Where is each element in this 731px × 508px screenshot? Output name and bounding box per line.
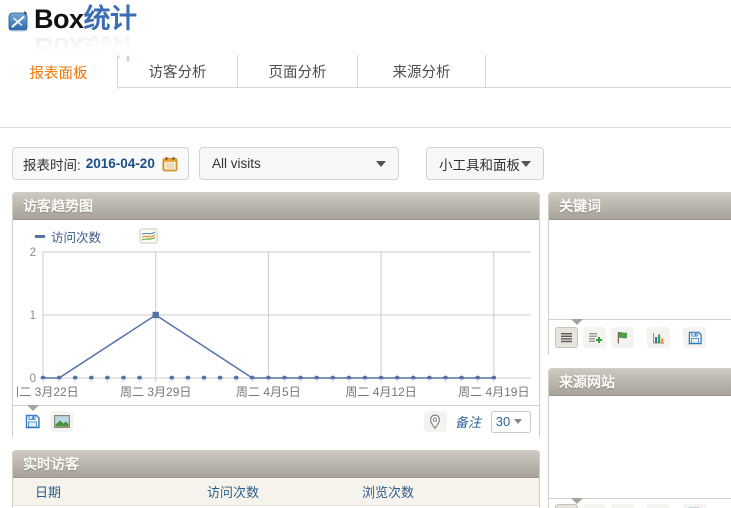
annotations-link[interactable]: 备注	[455, 412, 481, 431]
svg-text:0: 0	[30, 373, 36, 385]
widget-referrers-header[interactable]: 来源网站	[549, 369, 731, 396]
export-data-icon[interactable]	[683, 327, 706, 348]
caret-down-icon	[376, 161, 386, 167]
svg-text:1: 1	[30, 310, 36, 322]
table-more-columns-icon[interactable]	[583, 504, 606, 508]
column-header-date[interactable]: 日期	[13, 482, 207, 501]
keywords-footer	[549, 319, 731, 355]
table-view-icon[interactable]	[555, 327, 578, 348]
tab-report-dashboard[interactable]: 报表面板	[0, 55, 118, 89]
svg-text:2: 2	[30, 247, 36, 259]
realtime-table-header: 日期 访问次数 浏览次数	[13, 478, 539, 506]
widgets-menu-label: 小工具和面板	[439, 154, 520, 174]
widget-keywords: 关键词	[548, 192, 731, 355]
column-header-visits[interactable]: 访问次数	[207, 482, 362, 501]
widget-visitor-trend-header[interactable]: 访客趋势图	[13, 193, 539, 220]
table-more-columns-icon[interactable]	[583, 327, 606, 348]
caret-down-icon	[521, 161, 531, 167]
calendar-icon	[162, 156, 178, 172]
widget-title: 来源网站	[559, 372, 615, 392]
table-view-icon[interactable]	[555, 504, 578, 508]
widget-realtime-visitors: 实时访客 日期 访问次数 浏览次数	[12, 450, 540, 508]
view-selector-triangle-icon	[571, 498, 583, 504]
header-divider	[0, 127, 731, 128]
goals-flag-icon[interactable]	[611, 504, 634, 508]
report-toolbar: 报表时间: 2016-04-20 All visits 小工具和面板	[12, 147, 544, 180]
segment-value: All visits	[212, 156, 261, 171]
bar-chart-view-icon[interactable]	[647, 327, 670, 348]
widget-referrer-websites: 来源网站	[548, 368, 731, 508]
point-count-value: 30	[496, 414, 510, 429]
goals-flag-icon[interactable]	[611, 327, 634, 348]
chart-legend: 访问次数	[13, 220, 539, 244]
legend-series-swatch	[35, 235, 45, 238]
widgets-and-dashboard-menu[interactable]: 小工具和面板	[426, 147, 544, 180]
date-value: 2016-04-20	[86, 156, 155, 171]
export-data-icon[interactable]	[21, 411, 44, 432]
bar-chart-view-icon[interactable]	[647, 504, 670, 508]
right-widget-column: 关键词	[548, 192, 731, 508]
logo-reflection-fade	[0, 30, 220, 56]
legend-series-label[interactable]: 访问次数	[51, 227, 101, 246]
tab-page-analysis[interactable]: 页面分析	[238, 55, 358, 88]
widget-keywords-header[interactable]: 关键词	[549, 193, 731, 220]
column-header-pageviews[interactable]: 浏览次数	[362, 482, 512, 501]
referrers-footer	[549, 498, 731, 508]
view-selector-triangle-icon	[27, 405, 39, 411]
view-selector-triangle-icon	[571, 319, 583, 325]
widget-title: 实时访客	[23, 454, 79, 474]
date-range-selector[interactable]: 报表时间: 2016-04-20	[12, 147, 189, 180]
widget-visitor-trend: 访客趋势图 访问次数 0 1 2 周二 3月22日 周二 3月29日 周二 4月5日 周二 …	[12, 192, 540, 437]
annotations-pin-icon[interactable]	[424, 411, 447, 432]
tab-referrer-analysis[interactable]: 来源分析	[358, 55, 486, 88]
visitor-trend-chart[interactable]: 0 1 2 周二 3月22日 周二 3月29日 周二 4月5日 周二 4月12日 周二 4月1…	[17, 244, 537, 404]
svg-text:周二 4月12日: 周二 4月12日	[345, 385, 416, 399]
export-data-icon[interactable]	[683, 504, 706, 508]
svg-text:周二 4月19日: 周二 4月19日	[458, 385, 529, 399]
segment-selector[interactable]: All visits	[199, 147, 399, 180]
widget-title: 访客趋势图	[23, 196, 93, 216]
chart-footer: 备注 30	[13, 405, 539, 437]
svg-text:周二 4月5日: 周二 4月5日	[236, 385, 301, 399]
svg-text:周二 3月22日: 周二 3月22日	[17, 385, 79, 399]
point-count-select[interactable]: 30	[491, 411, 531, 433]
box-logo-icon	[8, 10, 30, 32]
widget-title: 关键词	[559, 196, 601, 216]
metrics-picker-icon[interactable]	[139, 228, 158, 244]
svg-text:周二 3月29日: 周二 3月29日	[120, 385, 191, 399]
dashboard-page: Box统计 Box统计 报表面板 访客分析 页面分析 来源分析 报表时间: 20…	[0, 0, 731, 508]
caret-down-icon	[514, 419, 522, 424]
main-nav-tabs: 报表面板 访客分析 页面分析 来源分析	[0, 55, 731, 88]
date-label: 报表时间:	[23, 154, 81, 174]
export-image-icon[interactable]	[50, 411, 73, 432]
tab-visitor-analysis[interactable]: 访客分析	[118, 55, 238, 88]
widget-realtime-header[interactable]: 实时访客	[13, 451, 539, 478]
